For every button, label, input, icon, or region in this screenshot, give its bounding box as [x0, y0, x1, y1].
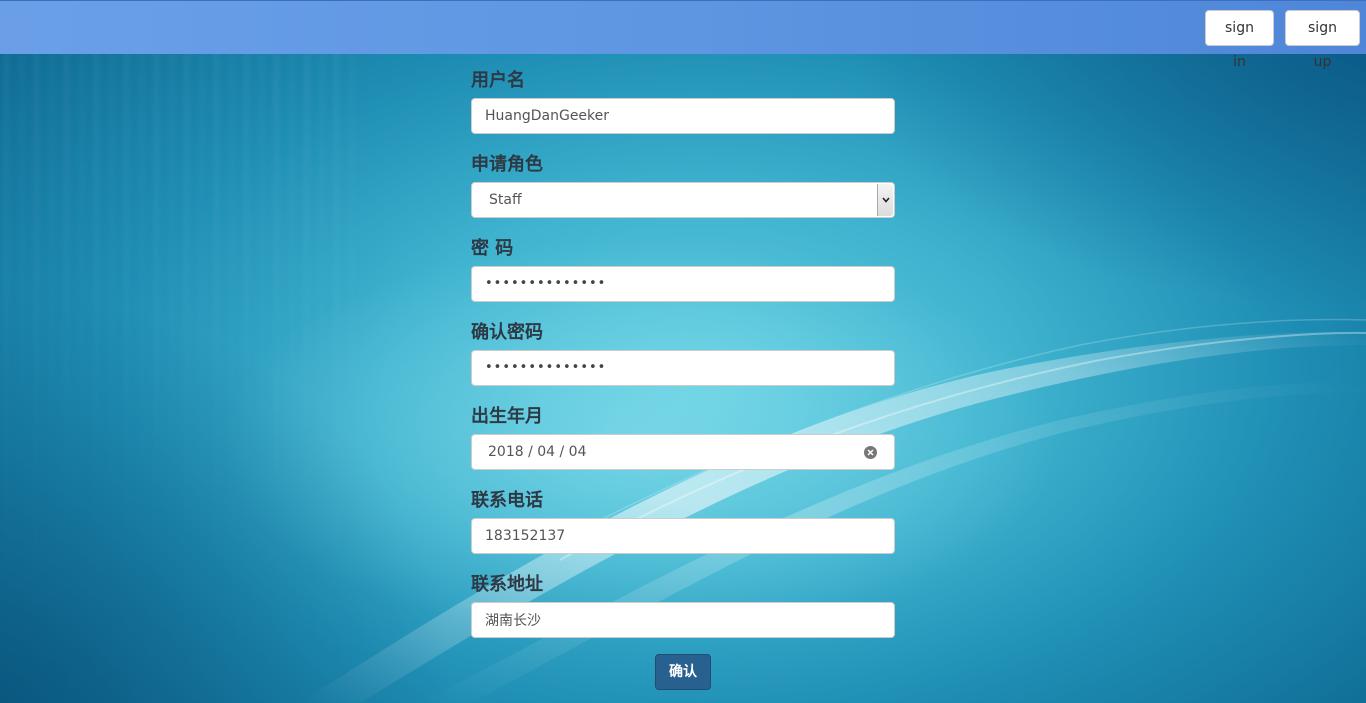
role-group: 申请角色 Staff [471, 150, 895, 234]
phone-group: 联系电话 [471, 486, 895, 570]
confirm-password-input[interactable]: •••••••••••••• [471, 350, 895, 386]
role-label: 申请角色 [471, 154, 543, 175]
confirm-button[interactable]: 确认 [655, 654, 711, 690]
confirm-password-label: 确认密码 [471, 322, 543, 343]
password-group: 密 码 •••••••••••••• [471, 234, 895, 318]
sign-up-button[interactable]: sign up [1285, 10, 1360, 70]
username-input[interactable] [471, 98, 895, 134]
submit-area: 确认 [655, 654, 711, 690]
background-shade-right [846, 54, 1366, 314]
address-input[interactable] [471, 602, 895, 638]
birth-date-label: 出生年月 [471, 406, 543, 427]
clear-circle-icon[interactable] [864, 446, 877, 459]
role-selected-value: Staff [489, 192, 522, 208]
phone-label: 联系电话 [471, 490, 543, 511]
sign-in-button[interactable]: sign in [1205, 10, 1274, 70]
password-label: 密 码 [471, 238, 514, 259]
address-group: 联系地址 [471, 570, 895, 654]
phone-input[interactable] [471, 518, 895, 554]
background-streaks [0, 0, 360, 703]
birth-date-input[interactable]: 2018 / 04 / 04 [471, 434, 895, 470]
birth-date-group: 出生年月 2018 / 04 / 04 [471, 402, 895, 486]
registration-form: 用户名 申请角色 Staff 密 码 •••••••••••••• 确认密码 •… [471, 66, 895, 654]
confirm-password-group: 确认密码 •••••••••••••• [471, 318, 895, 402]
address-label: 联系地址 [471, 574, 543, 595]
username-group: 用户名 [471, 66, 895, 150]
birth-date-value: 2018 / 04 / 04 [488, 444, 587, 460]
role-select[interactable]: Staff [471, 182, 895, 218]
password-input[interactable]: •••••••••••••• [471, 266, 895, 302]
top-navbar: sign in sign up [0, 0, 1366, 70]
chevron-down-icon[interactable] [877, 184, 893, 216]
username-label: 用户名 [471, 70, 525, 91]
background-shade-left [0, 283, 460, 703]
